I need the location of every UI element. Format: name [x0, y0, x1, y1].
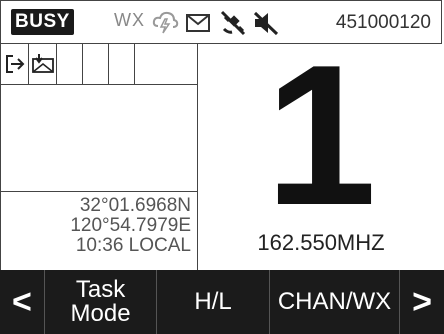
longitude: 120°54.7979E — [70, 215, 191, 236]
exit-icon[interactable] — [1, 44, 29, 84]
prev-softkey[interactable]: < — [0, 270, 44, 334]
icon-slot — [135, 44, 197, 84]
task-mode-line2: Mode — [70, 300, 131, 327]
icon-slot — [109, 44, 135, 84]
position-readout: 32°01.6968N 120°54.7979E 10:36 LOCAL — [1, 196, 191, 256]
channel-number: 1 — [265, 24, 377, 247]
softkey-bar: < Task Mode H/L CHAN/WX > — [0, 270, 444, 334]
message-download-icon[interactable] — [29, 44, 57, 84]
icon-slot — [57, 44, 83, 84]
next-softkey[interactable]: > — [399, 270, 444, 334]
local-time: 10:36 LOCAL — [75, 235, 191, 256]
frequency: 162.550MHZ — [257, 230, 385, 255]
task-mode-softkey[interactable]: Task Mode — [43, 270, 158, 334]
task-mode-line1: Task — [75, 276, 126, 303]
busy-indicator: BUSY — [11, 9, 74, 35]
icon-slot — [83, 44, 109, 84]
message-icon — [185, 12, 211, 39]
divider — [1, 191, 197, 192]
icon-row — [1, 44, 197, 85]
latitude: 32°01.6968N — [79, 195, 191, 216]
left-panel: 32°01.6968N 120°54.7979E 10:36 LOCAL — [0, 44, 198, 270]
hl-softkey[interactable]: H/L — [157, 270, 270, 334]
chan-wx-softkey[interactable]: CHAN/WX — [270, 270, 399, 334]
weather-alert-icon — [151, 9, 179, 40]
gps-off-icon — [219, 9, 247, 42]
radio-display: BUSY WX 451000120 32°01.6968N 120°54.797… — [0, 0, 444, 334]
wx-indicator: WX — [114, 10, 145, 30]
